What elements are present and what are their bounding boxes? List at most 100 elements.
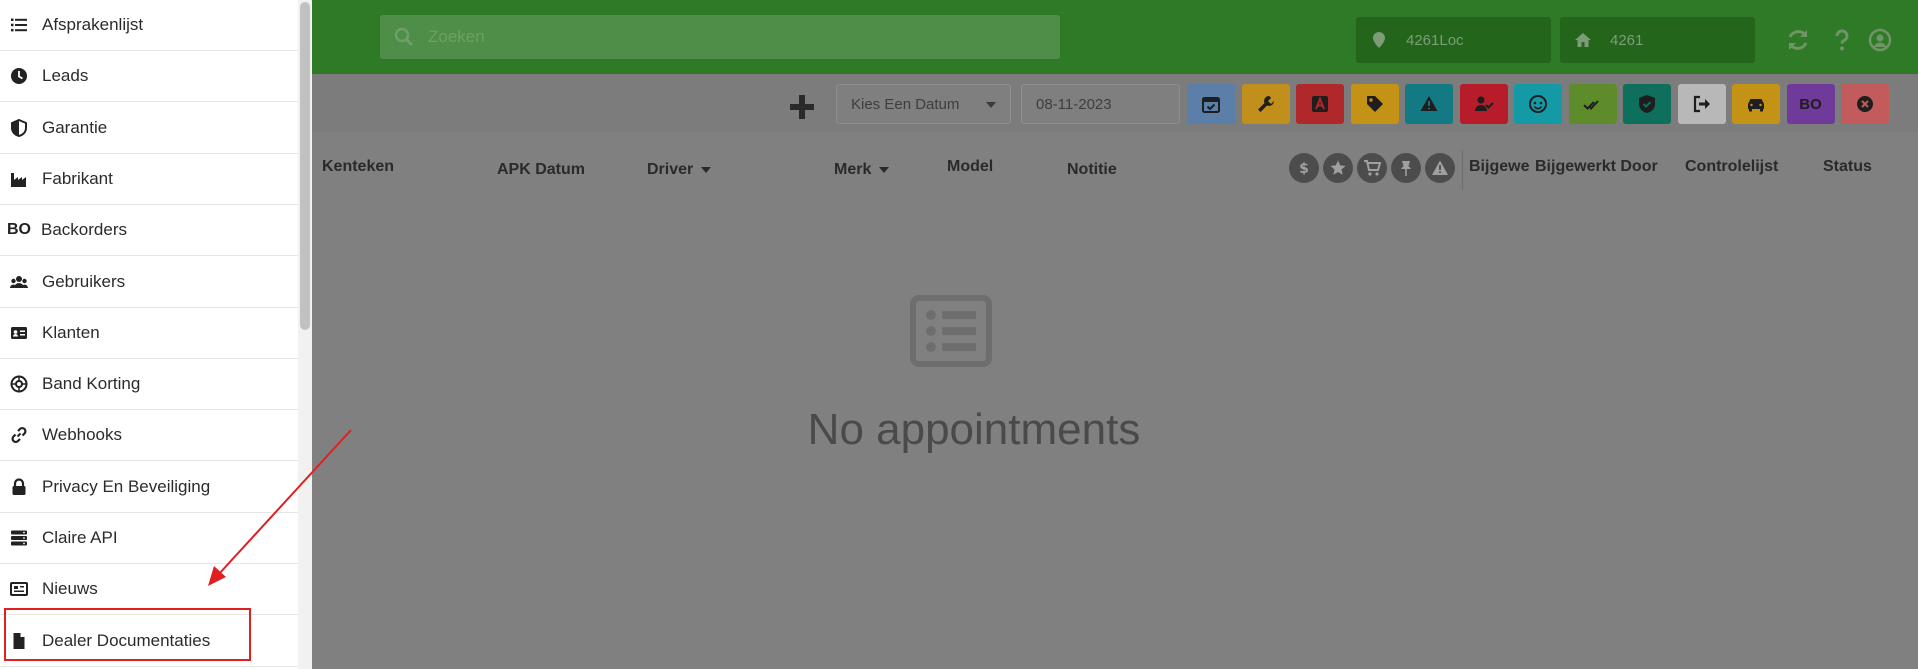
calendar-icon xyxy=(1201,94,1221,114)
sidebar-item-leads[interactable]: Leads xyxy=(0,51,298,103)
filter-wrench-button[interactable] xyxy=(1241,84,1290,124)
filter-letter-a-button[interactable] xyxy=(1296,84,1344,124)
col-merk[interactable]: Merk xyxy=(834,161,890,179)
filter-tag-button[interactable] xyxy=(1350,84,1399,124)
newspaper-icon xyxy=(10,580,28,598)
col-bijgewerkt-short[interactable]: Bijgewe xyxy=(1469,158,1529,176)
home-field[interactable]: 4261 xyxy=(1560,17,1755,63)
sidebar-item-claire-api[interactable]: Claire API xyxy=(0,513,298,564)
industry-icon xyxy=(10,170,28,188)
col-driver[interactable]: Driver xyxy=(647,161,712,179)
location-value: 4261Loc xyxy=(1406,31,1464,49)
filter-car-button[interactable] xyxy=(1732,84,1780,124)
bo-icon: BO xyxy=(7,221,31,239)
warning-icon[interactable] xyxy=(1425,153,1455,183)
sidebar-item-label: Afsprakenlijst xyxy=(42,15,144,34)
sidebar-item-band-korting[interactable]: Band Korting xyxy=(0,359,298,411)
server-icon xyxy=(10,529,28,547)
sidebar-item-garantie[interactable]: Garantie xyxy=(0,103,298,154)
double-check-icon xyxy=(1582,94,1603,114)
help-icon[interactable] xyxy=(1830,28,1854,52)
users-icon xyxy=(10,273,28,291)
col-kenteken[interactable]: Kenteken xyxy=(322,158,394,176)
search-input[interactable]: Zoeken xyxy=(380,15,1060,59)
face-icon xyxy=(1528,94,1548,114)
search-placeholder: Zoeken xyxy=(428,27,485,46)
star-icon[interactable] xyxy=(1323,153,1353,183)
col-driver-label: Driver xyxy=(647,161,694,178)
wrench-icon xyxy=(1256,94,1276,114)
link-icon xyxy=(10,426,28,444)
tag-icon xyxy=(1365,94,1385,114)
sidebar-item-label: Band Korting xyxy=(42,374,141,394)
filter-double-check-button[interactable] xyxy=(1568,84,1617,124)
map-pin-icon xyxy=(1373,32,1385,48)
home-icon xyxy=(1575,33,1591,47)
shield-icon xyxy=(1637,94,1657,114)
sidebar-item-label: Gebruikers xyxy=(42,271,126,291)
warning-icon xyxy=(1419,94,1439,114)
sidebar-item-privacy-en-beveiliging[interactable]: Privacy En Beveiliging xyxy=(0,462,298,513)
col-apk-datum[interactable]: APK Datum xyxy=(497,161,585,179)
close-icon xyxy=(1855,94,1875,114)
filter-sign-out-button[interactable] xyxy=(1677,84,1726,124)
date-select-value: Kies Een Datum xyxy=(851,95,960,113)
sidebar-item-label: Fabrikant xyxy=(42,168,113,188)
refresh-icon[interactable] xyxy=(1786,28,1810,52)
scrollbar-thumb[interactable] xyxy=(300,2,310,330)
filter-shield-button[interactable] xyxy=(1623,84,1671,124)
filter-button-label: BO xyxy=(1799,95,1822,113)
filter-user-check-button[interactable] xyxy=(1459,84,1508,124)
location-field[interactable]: 4261Loc xyxy=(1356,17,1551,63)
dollar-icon[interactable]: $ xyxy=(1289,153,1319,183)
date-input[interactable]: 08-11-2023 xyxy=(1021,84,1180,124)
car-icon xyxy=(1746,94,1766,114)
sidebar-item-label: Klanten xyxy=(42,322,100,342)
sidebar-item-gebruikers[interactable]: Gebruikers xyxy=(0,257,298,308)
sidebar-item-label: Leads xyxy=(42,66,89,86)
chevron-down-icon xyxy=(986,102,996,108)
column-divider xyxy=(1462,150,1463,190)
user-icon[interactable] xyxy=(1868,28,1892,52)
col-merk-label: Merk xyxy=(834,161,872,178)
sidebar-item-label: Garantie xyxy=(42,117,108,137)
date-input-value: 08-11-2023 xyxy=(1036,95,1112,113)
sidebar-item-webhooks[interactable]: Webhooks xyxy=(0,410,298,462)
sidebar-item-afsprakenlijst[interactable]: Afsprakenlijst xyxy=(0,0,298,51)
letter-a-icon xyxy=(1310,94,1330,114)
col-bijgewerkt-door[interactable]: Bijgewerkt Door xyxy=(1535,158,1658,176)
sidebar-item-backorders[interactable]: BO Backorders xyxy=(0,205,298,257)
shield-half-icon xyxy=(10,118,28,137)
id-card-icon xyxy=(10,324,28,342)
filter-warning-button[interactable] xyxy=(1405,84,1453,124)
pin-icon[interactable] xyxy=(1391,153,1421,183)
user-check-icon xyxy=(1474,94,1494,114)
list-alt-icon xyxy=(910,295,992,367)
clock-icon xyxy=(10,67,28,85)
sidebar-item-klanten[interactable]: Klanten xyxy=(0,308,298,359)
lock-icon xyxy=(10,478,28,496)
sidebar-item-label: Nieuws xyxy=(42,579,98,599)
search-icon xyxy=(394,27,414,47)
filter-calendar-button[interactable] xyxy=(1187,84,1235,124)
sidebar-item-fabrikant[interactable]: Fabrikant xyxy=(0,154,298,205)
caret-down-icon xyxy=(879,166,890,173)
sidebar-menu: Afsprakenlijst Leads Garantie Fabrikant BO Ba… xyxy=(0,0,312,669)
cart-icon[interactable] xyxy=(1357,153,1387,183)
col-notitie[interactable]: Notitie xyxy=(1067,161,1117,179)
highlight-box xyxy=(4,608,251,661)
col-controlelijst[interactable]: Controlelijst xyxy=(1685,158,1778,176)
sidebar-item-label: Claire API xyxy=(42,528,118,547)
filter-bo-button[interactable]: BO xyxy=(1786,84,1835,124)
list-icon xyxy=(10,16,28,34)
home-value: 4261 xyxy=(1610,31,1644,49)
date-select[interactable]: Kies Een Datum xyxy=(836,84,1011,124)
svg-text:$: $ xyxy=(1299,161,1309,177)
filter-close-button[interactable] xyxy=(1841,84,1889,124)
tire-icon xyxy=(10,375,28,393)
sidebar-item-label: Privacy En Beveiliging xyxy=(42,476,211,496)
filter-face-button[interactable] xyxy=(1514,84,1562,124)
add-icon[interactable] xyxy=(789,94,815,120)
col-status[interactable]: Status xyxy=(1823,158,1872,176)
col-model[interactable]: Model xyxy=(947,158,993,176)
